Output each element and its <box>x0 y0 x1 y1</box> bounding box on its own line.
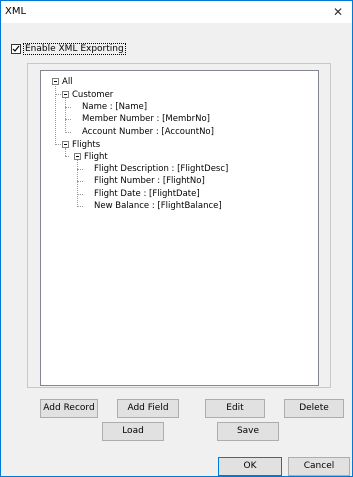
save-button[interactable]: Save <box>217 422 279 441</box>
collapse-customer-icon[interactable] <box>62 91 69 98</box>
xml-dialog: XML ✕ Enable XML Exporting All Customer … <box>0 0 353 477</box>
window-title: XML <box>5 6 27 17</box>
tree-node-name[interactable]: Name : [Name] <box>82 102 147 112</box>
close-icon[interactable]: ✕ <box>324 1 352 23</box>
tree-node-customer[interactable]: Customer <box>72 90 113 100</box>
collapse-flights-icon[interactable] <box>62 141 69 148</box>
tree-node-flight[interactable]: Flight <box>84 152 108 162</box>
ok-button[interactable]: OK <box>218 457 282 476</box>
tree-node-account-number[interactable]: Account Number : [AccountNo] <box>82 127 214 137</box>
enable-xml-exporting-label[interactable]: Enable XML Exporting <box>23 43 126 55</box>
tree-node-new-balance[interactable]: New Balance : [FlightBalance] <box>94 201 222 211</box>
add-field-button[interactable]: Add Field <box>117 399 179 418</box>
cancel-button[interactable]: Cancel <box>288 457 350 476</box>
title-bar[interactable]: XML ✕ <box>1 1 352 23</box>
checkbox-check-icon[interactable] <box>11 44 21 54</box>
enable-xml-exporting-checkbox[interactable]: Enable XML Exporting <box>11 43 126 55</box>
add-record-button[interactable]: Add Record <box>40 399 98 418</box>
tree-node-flight-date[interactable]: Flight Date : [FlightDate] <box>94 189 200 199</box>
tree-node-flight-number[interactable]: Flight Number : [FlightNo] <box>94 176 205 186</box>
xml-tree-view[interactable]: All Customer Name : [Name] Member Number… <box>40 70 319 386</box>
edit-button[interactable]: Edit <box>205 399 265 418</box>
collapse-all-icon[interactable] <box>52 78 59 85</box>
tree-node-all[interactable]: All <box>62 77 73 87</box>
delete-button[interactable]: Delete <box>284 399 344 418</box>
tree-node-flights[interactable]: Flights <box>72 140 100 150</box>
tree-node-flight-description[interactable]: Flight Description : [FlightDesc] <box>94 164 228 174</box>
collapse-flight-icon[interactable] <box>74 153 81 160</box>
tree-node-member-number[interactable]: Member Number : [MembrNo] <box>82 114 210 124</box>
load-button[interactable]: Load <box>102 422 164 441</box>
